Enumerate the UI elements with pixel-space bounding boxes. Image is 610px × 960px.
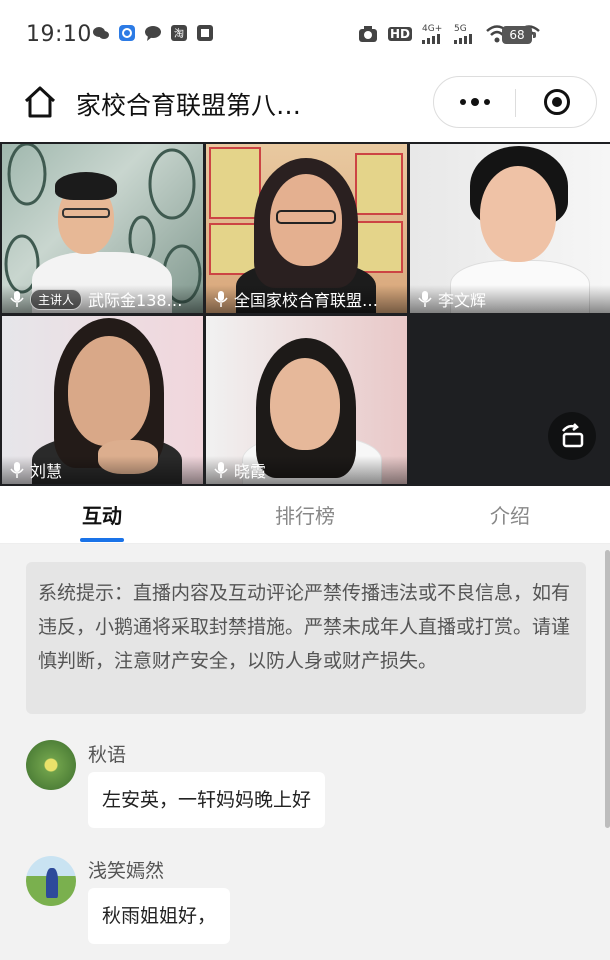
- active-tab-indicator: [80, 538, 124, 542]
- mic-icon: [10, 462, 24, 478]
- person-face: [270, 358, 340, 450]
- message-username: 秋语: [88, 744, 127, 766]
- person-face: [480, 166, 556, 262]
- avatar[interactable]: [26, 856, 76, 906]
- tab-leaderboard[interactable]: 排行榜: [245, 500, 365, 529]
- signal-icon: [422, 34, 440, 44]
- rotate-screen-icon[interactable]: [548, 412, 596, 460]
- avatar[interactable]: [26, 740, 76, 790]
- status-bar: 19:10 淘 HD 4G+ 5G 68: [0, 0, 610, 70]
- person-hair: [55, 172, 117, 200]
- close-miniprogram-icon: [543, 89, 570, 115]
- person-face: [68, 336, 150, 446]
- participant-name: 武际金138…: [88, 291, 183, 310]
- wechat-icon: [92, 24, 110, 42]
- close-button[interactable]: [516, 77, 597, 127]
- camera-icon: [358, 26, 377, 42]
- page-title: 家校合育联盟第八…: [76, 91, 302, 120]
- more-dots-icon: [470, 98, 479, 106]
- svg-text:淘: 淘: [174, 27, 184, 40]
- hd-label: HD: [387, 27, 412, 41]
- tab-bar: 互动 排行榜 介绍: [0, 486, 610, 544]
- video-tile-empty: [410, 316, 610, 484]
- 5g-label: 5G: [454, 24, 467, 34]
- message-username: 浅笑嫣然: [88, 860, 165, 882]
- battery-indicator: 68: [502, 26, 536, 44]
- video-tile-2[interactable]: 全国家校合育联盟…: [206, 144, 407, 313]
- 4g-label: 4G+: [422, 24, 443, 34]
- message-icon: [144, 24, 162, 42]
- avatar-figure: [46, 868, 58, 898]
- tile-label: 刘慧: [2, 456, 203, 484]
- more-dots-icon: [483, 99, 490, 105]
- glasses: [62, 208, 110, 218]
- 5g-signal: 5G: [454, 24, 476, 44]
- home-icon[interactable]: [22, 84, 58, 120]
- video-tile-5[interactable]: 晓霞: [206, 316, 407, 484]
- tile-label: 李文辉: [410, 285, 610, 313]
- glasses: [276, 210, 336, 224]
- mic-icon: [10, 291, 24, 307]
- status-time: 19:10: [26, 22, 92, 47]
- participant-name: 刘慧: [30, 462, 63, 481]
- tile-label: 主讲人 武际金138…: [2, 285, 203, 313]
- app-icon: [196, 24, 214, 42]
- signal-icon: [454, 34, 472, 44]
- more-button[interactable]: [434, 77, 515, 127]
- message-bubble: 秋雨姐姐好，: [88, 888, 231, 944]
- video-tile-4[interactable]: 刘慧: [2, 316, 203, 484]
- tab-interaction[interactable]: 互动: [42, 500, 162, 529]
- video-tile-3[interactable]: 李文辉: [410, 144, 610, 313]
- participant-name: 晓霞: [234, 462, 267, 481]
- system-notice: 系统提示：直播内容及互动评论严禁传播违法或不良信息，如有违反，小鹅通将采取封禁措…: [26, 562, 586, 714]
- tile-label: 全国家校合育联盟…: [206, 285, 407, 313]
- video-grid: 主讲人 武际金138… 全国家校合育联盟… 李文辉 刘慧 晓霞: [0, 142, 610, 486]
- title-bar: 家校合育联盟第八…: [0, 70, 610, 142]
- 4g-signal: 4G+: [422, 24, 444, 44]
- host-badge: 主讲人: [30, 288, 83, 310]
- taobao-icon: 淘: [170, 24, 188, 42]
- video-tile-host[interactable]: 主讲人 武际金138…: [2, 144, 203, 313]
- chat-area[interactable]: 系统提示：直播内容及互动评论严禁传播违法或不良信息，如有违反，小鹅通将采取封禁措…: [0, 544, 610, 960]
- tile-label: 晓霞: [206, 456, 407, 484]
- scrollbar[interactable]: [605, 550, 610, 828]
- mic-icon: [214, 462, 228, 478]
- participant-name: 李文辉: [438, 291, 487, 310]
- mic-icon: [418, 291, 432, 307]
- vpn-icon: [118, 24, 136, 42]
- message-bubble: 左安英，一轩妈妈晚上好: [88, 772, 326, 828]
- participant-name: 全国家校合育联盟…: [234, 291, 379, 310]
- miniprogram-capsule: [433, 76, 597, 128]
- mic-icon: [214, 291, 228, 307]
- tab-intro[interactable]: 介绍: [450, 500, 570, 529]
- notification-icons: 淘: [92, 24, 214, 42]
- more-dots-icon: [459, 99, 466, 105]
